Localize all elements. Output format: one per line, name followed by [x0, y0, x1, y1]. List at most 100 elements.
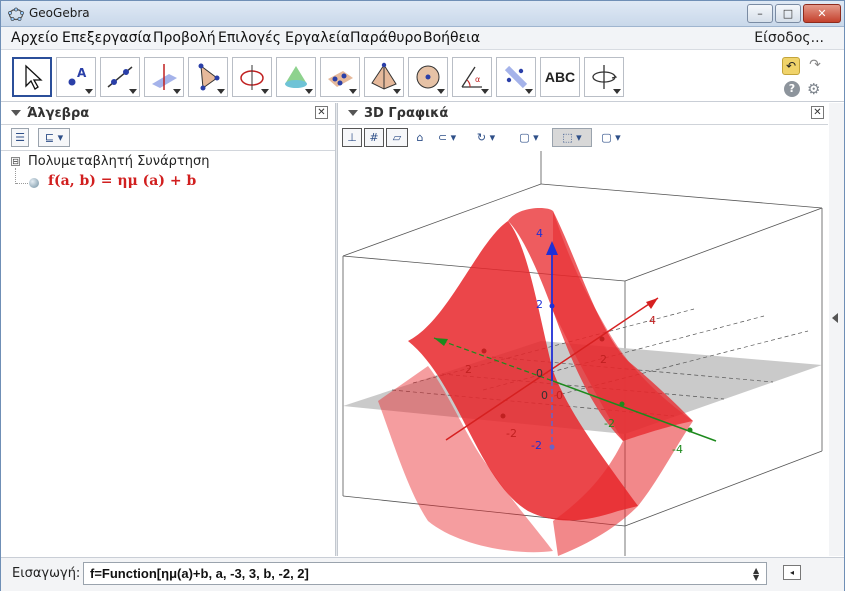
z-tick-label: -2	[531, 439, 542, 452]
collapse-arrow-icon[interactable]	[11, 110, 21, 116]
sort-mode-dropdown[interactable]: ⊑ ▾	[38, 128, 70, 147]
menu-file[interactable]: Αρχείο	[11, 30, 58, 46]
keyboard-toggle-icon[interactable]: ◂	[783, 565, 801, 580]
y-tick-label: -4	[672, 443, 683, 456]
algebra-style-bar: ☰ ⊑ ▾	[1, 125, 335, 151]
algebra-panel-title: Άλγεβρα	[27, 106, 90, 121]
home-icon: ⌂	[416, 131, 424, 144]
clipping-dropdown[interactable]: ⬚ ▾	[552, 128, 592, 147]
tool-point[interactable]: A	[56, 57, 96, 97]
close-graphics-button[interactable]: ✕	[811, 106, 824, 119]
toggle-grid-button[interactable]: #	[364, 128, 384, 147]
projection-dropdown[interactable]: ▢ ▾	[596, 128, 626, 147]
text-icon: ABC	[544, 69, 576, 85]
close-algebra-button[interactable]: ✕	[315, 106, 328, 119]
toggle-auxiliary-button[interactable]: ☰	[11, 128, 29, 147]
reflect-about-plane-icon	[504, 65, 528, 89]
home-button[interactable]: ⌂	[412, 128, 428, 147]
rotate-3d-view-icon	[592, 65, 618, 89]
point-icon: A	[68, 66, 87, 86]
input-label: Εισαγωγή:	[12, 566, 81, 581]
surface-f[interactable]	[378, 208, 693, 556]
graphics-panel-header: 3D Γραφικά ✕	[338, 103, 828, 125]
magnet-icon: ⊂ ▾	[437, 131, 457, 144]
angle-icon: α	[461, 66, 482, 88]
undo-button[interactable]: ↶	[782, 57, 800, 75]
toggle-plane-button[interactable]: ▱	[386, 128, 408, 147]
x-origin-label: 0	[556, 389, 563, 402]
login-link[interactable]: Είσοδος...	[754, 30, 824, 46]
projection-cube-icon: ▢ ▾	[601, 131, 621, 144]
menu-options[interactable]: Επιλογές	[218, 30, 281, 46]
tool-reflect[interactable]	[496, 57, 536, 97]
tool-line[interactable]	[100, 57, 140, 97]
polygon-icon	[198, 63, 220, 91]
plane-through-three-points-icon	[328, 71, 353, 87]
tool-rotate-view[interactable]	[584, 57, 624, 97]
category-collapse-toggle[interactable]: ⊟	[11, 157, 20, 166]
tree-connector	[15, 168, 16, 184]
menu-help[interactable]: Βοήθεια	[423, 30, 480, 46]
gear-icon: ⚙	[807, 80, 821, 98]
function-definition[interactable]: f(a, b) = ημ (a) + b	[48, 173, 196, 189]
view-direction-dropdown[interactable]: ▢ ▾	[514, 128, 544, 147]
menu-tools[interactable]: Εργαλεία	[285, 30, 350, 46]
pyramid-icon	[371, 62, 397, 90]
graphics-3d-view[interactable]: 4 2 0 -2 4 2 -2 0 0 -2 -4 2	[338, 151, 828, 556]
toggle-axes-button[interactable]: ⊥	[342, 128, 362, 147]
tool-sphere[interactable]	[408, 57, 448, 97]
menu-window[interactable]: Παράθυρο	[350, 30, 422, 46]
tool-pyramid[interactable]	[364, 57, 404, 97]
plane-icon: ▱	[392, 131, 402, 144]
settings-button[interactable]: ⚙	[807, 80, 820, 98]
y-tick-label: -2	[604, 417, 615, 430]
tool-text[interactable]: ABC	[540, 57, 580, 97]
z-tick-label: 2	[536, 298, 543, 311]
intersect-surfaces-icon	[285, 66, 307, 88]
list-icon: ☰	[15, 131, 25, 144]
input-field[interactable]: f=Function[ημ(a)+b, a, -3, 3, b, -2, 2]	[83, 562, 767, 585]
svg-text:α: α	[475, 75, 480, 84]
history-spinner-icon[interactable]: ▲ ▼	[753, 567, 759, 582]
input-bar: Εισαγωγή: f=Function[ημ(a)+b, a, -3, 3, …	[1, 557, 844, 591]
tool-polygon[interactable]	[188, 57, 228, 97]
tool-circle[interactable]	[232, 57, 272, 97]
tree-sort-icon: ⊑ ▾	[44, 131, 64, 144]
side-panel-toggle[interactable]	[829, 103, 844, 556]
tool-move[interactable]	[12, 57, 52, 97]
origin-label: 0	[541, 389, 548, 402]
window-title: GeoGebra	[29, 6, 90, 20]
svg-text:A: A	[77, 66, 87, 80]
menu-edit[interactable]: Επεξεργασία	[62, 30, 151, 46]
cube-icon: ▢ ▾	[519, 131, 539, 144]
algebra-view: ⊟ Πολυμεταβλητή Συνάρτηση f(a, b) = ημ (…	[1, 152, 335, 556]
close-button[interactable]: ✕	[803, 4, 841, 23]
redo-button[interactable]: ↷	[806, 57, 824, 75]
graphics-3d-scene[interactable]: 4 2 0 -2 4 2 -2 0 0 -2 -4 2	[338, 151, 828, 556]
sphere-icon	[416, 65, 440, 89]
toolbar: A α ABC	[1, 51, 844, 102]
tool-perpendicular[interactable]	[144, 57, 184, 97]
geogebra-window: GeoGebra – □ ✕ Αρχείο Επεξεργασία Προβολ…	[0, 0, 845, 591]
graphics-style-bar: ⊥ # ▱ ⌂ ⊂ ▾ ↻ ▾ ▢ ▾ ⬚ ▾ ▢ ▾	[338, 125, 828, 151]
menu-bar: Αρχείο Επεξεργασία Προβολή Επιλογές Εργα…	[1, 27, 844, 50]
visibility-toggle-icon[interactable]	[29, 178, 39, 188]
clipping-box-icon: ⬚ ▾	[562, 131, 582, 144]
tool-intersect[interactable]	[276, 57, 316, 97]
maximize-icon: □	[782, 7, 794, 20]
perpendicular-line-icon	[152, 64, 177, 90]
tool-angle[interactable]: α	[452, 57, 492, 97]
tool-plane[interactable]	[320, 57, 360, 97]
x-tick-label: 2	[465, 363, 472, 376]
point-capture-dropdown[interactable]: ⊂ ▾	[432, 128, 462, 147]
menu-view[interactable]: Προβολή	[153, 30, 216, 46]
category-label: Πολυμεταβλητή Συνάρτηση	[28, 154, 210, 169]
minimize-button[interactable]: –	[747, 4, 773, 23]
rotate-icon: ↻ ▾	[476, 131, 496, 144]
collapse-arrow-icon[interactable]	[348, 110, 358, 116]
maximize-button[interactable]: □	[775, 4, 801, 23]
help-button[interactable]: ?	[784, 81, 800, 97]
z-tick-label: 0	[536, 367, 543, 380]
minimize-icon: –	[757, 7, 763, 20]
rotate-view-dropdown[interactable]: ↻ ▾	[471, 128, 501, 147]
